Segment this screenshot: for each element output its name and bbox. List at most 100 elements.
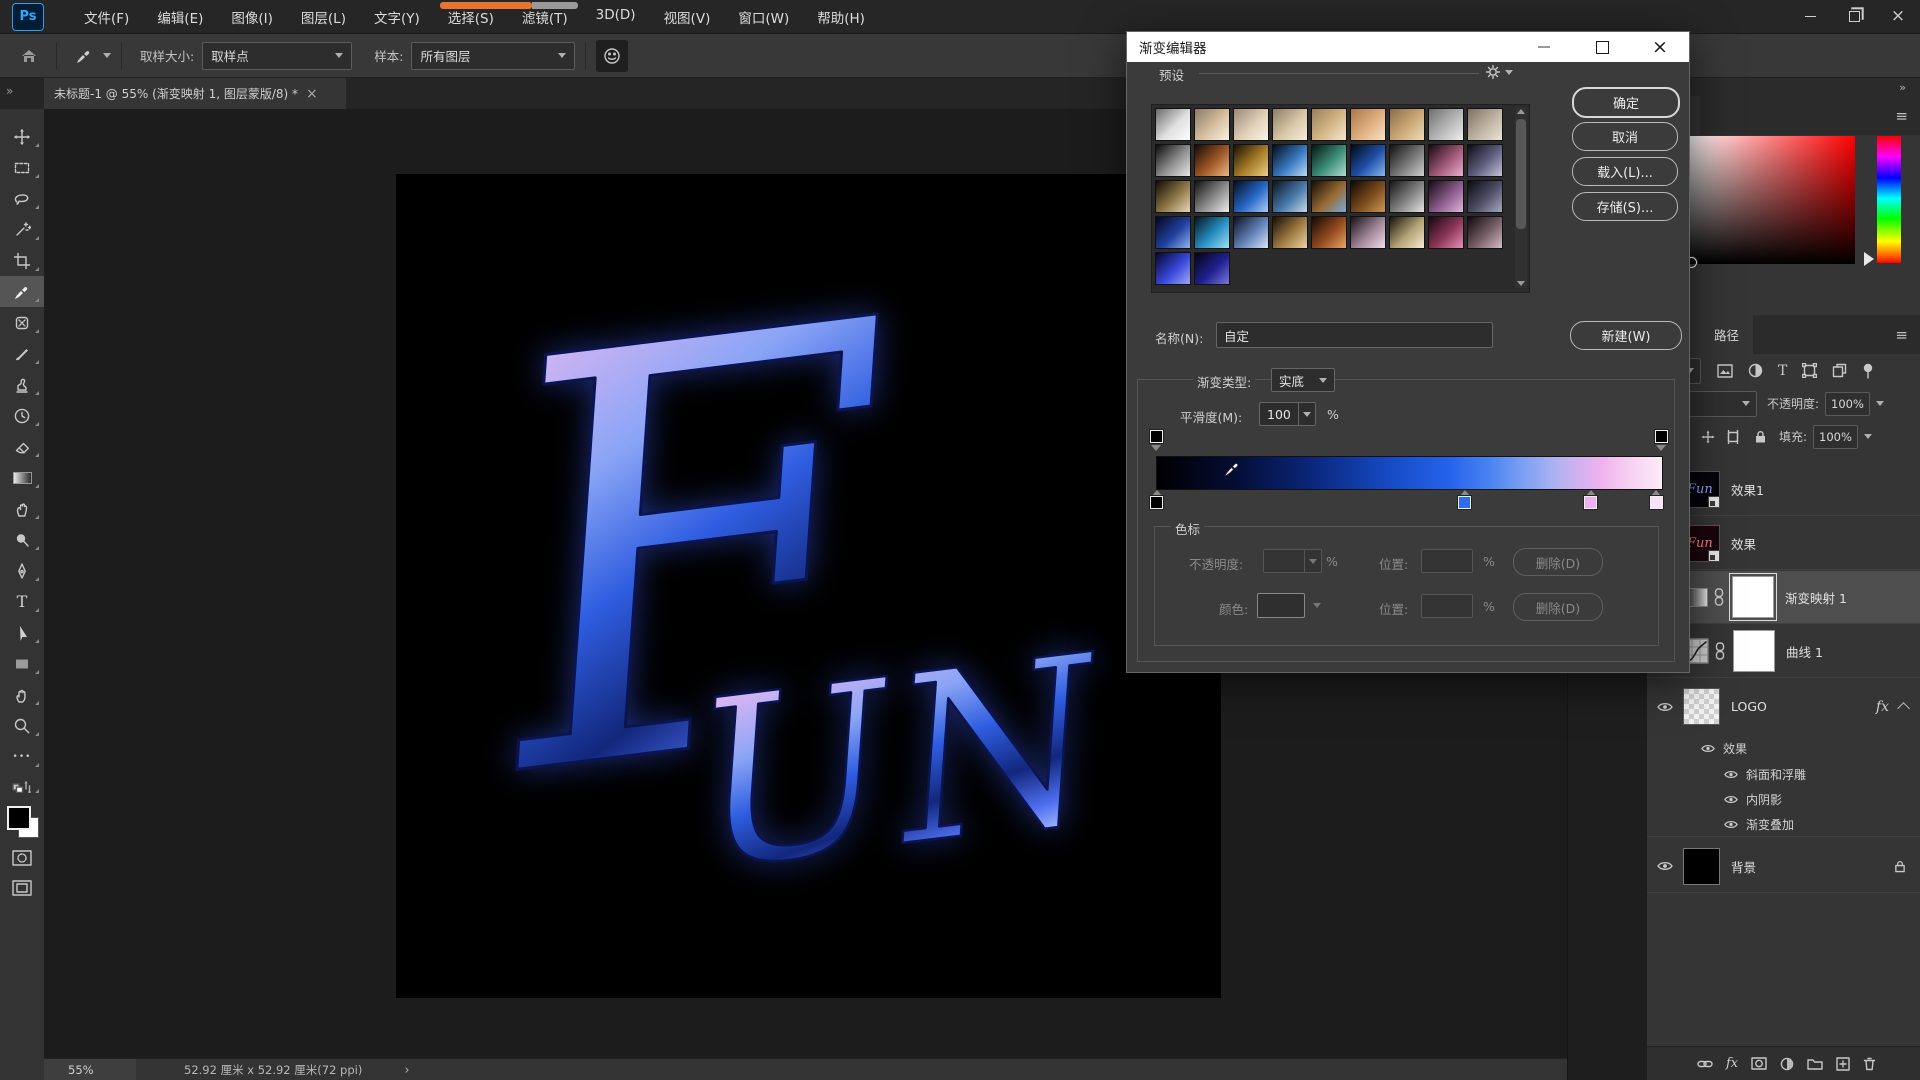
filter-adjustment-layers-icon[interactable] [1748, 363, 1763, 378]
gradient-preset-34[interactable] [1428, 216, 1464, 249]
window-minimize-button[interactable] [1788, 0, 1832, 33]
color-stop-1[interactable] [1458, 490, 1471, 509]
gradient-preset-10[interactable] [1194, 144, 1230, 177]
scroll-down-arrow[interactable] [1517, 281, 1525, 286]
effects-group-row[interactable]: 效果 [1647, 736, 1920, 761]
document-tab[interactable]: 未标题-1 @ 55% (渐变映射 1, 图层蒙版/8) * × [44, 78, 346, 109]
tool-smudge[interactable] [0, 493, 44, 524]
menu-item-4[interactable]: 文字(Y) [360, 0, 434, 34]
add-layer-mask-button[interactable] [1751, 1057, 1767, 1070]
menu-item-10[interactable]: 帮助(H) [803, 0, 879, 34]
eyedropper-options-button[interactable] [67, 40, 101, 72]
layer-thumbnail[interactable] [1683, 848, 1720, 885]
gradient-preset-31[interactable] [1311, 216, 1347, 249]
ok-button[interactable]: 确定 [1572, 87, 1680, 118]
tool-zoom[interactable] [0, 710, 44, 741]
lock-artboard-icon[interactable] [1726, 430, 1740, 444]
tool-hand[interactable] [0, 679, 44, 710]
lock-all-icon[interactable] [1754, 430, 1767, 444]
scroll-up-arrow[interactable] [1517, 109, 1525, 114]
tool-magic-wand[interactable] [0, 214, 44, 245]
filter-toggle-icon[interactable] [1862, 363, 1874, 379]
zoom-level-field[interactable]: 55% [44, 1059, 136, 1080]
scrollbar-thumb[interactable] [1516, 119, 1526, 229]
link-layers-button[interactable] [1697, 1059, 1713, 1069]
color-stop-3[interactable] [1650, 490, 1663, 509]
gradient-preset-0[interactable] [1155, 108, 1191, 141]
quick-mask-button[interactable] [8, 846, 36, 870]
gradient-preset-5[interactable] [1350, 108, 1386, 141]
panel-menu-icon[interactable]: ≡ [1895, 107, 1908, 125]
smoothness-value[interactable]: 100 [1259, 402, 1298, 426]
layer-row-logo[interactable]: LOGO fx [1647, 680, 1920, 733]
dialog-title-bar[interactable]: 渐变编辑器 × [1127, 32, 1689, 62]
lock-position-icon[interactable] [1701, 430, 1715, 444]
screen-mode-button[interactable] [8, 876, 36, 900]
menu-item-8[interactable]: 视图(V) [650, 0, 725, 34]
window-close-button[interactable]: × [1876, 0, 1920, 33]
color-stop-2[interactable] [1584, 490, 1597, 509]
gradient-preset-18[interactable] [1155, 180, 1191, 213]
opacity-stop-right[interactable] [1655, 430, 1668, 443]
mask-link-icon[interactable] [1715, 642, 1725, 660]
tool-eraser[interactable] [0, 431, 44, 462]
color-field[interactable] [1690, 136, 1855, 264]
gradient-preset-21[interactable] [1272, 180, 1308, 213]
gradient-preset-4[interactable] [1311, 108, 1347, 141]
tool-type[interactable]: T [0, 586, 44, 617]
fill-value[interactable]: 100% [1813, 425, 1858, 449]
dialog-close-button[interactable]: × [1631, 32, 1689, 62]
smoothness-caret[interactable] [1298, 402, 1316, 426]
gradient-preset-36[interactable] [1155, 252, 1191, 285]
gradient-preset-6[interactable] [1389, 108, 1425, 141]
layer-thumbnail[interactable] [1683, 688, 1720, 725]
window-restore-button[interactable] [1832, 0, 1876, 33]
tool-brush[interactable] [0, 338, 44, 369]
opacity-caret[interactable] [1876, 401, 1884, 406]
gradient-preset-27[interactable] [1155, 216, 1191, 249]
stop-opacity-combo[interactable] [1263, 549, 1322, 573]
document-tab-close[interactable]: × [306, 86, 318, 102]
eye-icon[interactable] [1724, 770, 1738, 779]
gradient-preset-1[interactable] [1194, 108, 1230, 141]
gradient-preset-3[interactable] [1272, 108, 1308, 141]
presets-scrollbar[interactable] [1515, 107, 1527, 288]
opacity-stop-left[interactable] [1150, 430, 1163, 443]
tool-history-brush[interactable] [0, 400, 44, 431]
toolbar-flyout-icon[interactable]: » [6, 84, 12, 98]
document-canvas[interactable]: F UN [396, 174, 1221, 998]
tool-preset-caret[interactable] [103, 53, 111, 58]
layer-row-background[interactable]: 背景 [1647, 840, 1920, 893]
gradient-preset-12[interactable] [1272, 144, 1308, 177]
home-button[interactable] [12, 40, 46, 72]
fill-caret[interactable] [1864, 434, 1872, 439]
tab-paths[interactable]: 路径 [1700, 315, 1753, 354]
panel-menu-icon[interactable]: ≡ [1895, 326, 1908, 344]
tool-healing-brush[interactable] [0, 307, 44, 338]
eye-icon[interactable] [1724, 820, 1738, 829]
dialog-minimize-button[interactable] [1515, 32, 1573, 62]
mask-link-icon[interactable] [1714, 588, 1724, 606]
filter-smart-objects-icon[interactable] [1832, 363, 1847, 378]
gradient-preset-7[interactable] [1428, 108, 1464, 141]
add-layer-style-button[interactable]: fx [1726, 1056, 1738, 1071]
gradient-preset-15[interactable] [1389, 144, 1425, 177]
swap-colors-control[interactable] [0, 772, 44, 798]
gradient-preset-11[interactable] [1233, 144, 1269, 177]
save-button[interactable]: 存储(S)... [1572, 192, 1678, 221]
cancel-button[interactable]: 取消 [1572, 122, 1678, 151]
visibility-toggle[interactable] [1647, 861, 1683, 871]
gradient-preset-30[interactable] [1272, 216, 1308, 249]
effect-row-gradient-overlay[interactable]: 渐变叠加 [1647, 812, 1920, 837]
gradient-preset-20[interactable] [1233, 180, 1269, 213]
foreground-background-swatches[interactable] [7, 806, 37, 838]
eye-icon[interactable] [1701, 744, 1715, 753]
foreground-color-swatch[interactable] [7, 806, 31, 830]
tool-rectangular-marquee[interactable] [0, 152, 44, 183]
gradient-preset-32[interactable] [1350, 216, 1386, 249]
layer-fx-badge[interactable]: fx [1876, 699, 1889, 715]
menu-item-1[interactable]: 编辑(E) [143, 0, 217, 34]
gradient-preset-22[interactable] [1311, 180, 1347, 213]
gradient-preset-25[interactable] [1428, 180, 1464, 213]
dialog-maximize-button[interactable] [1573, 32, 1631, 62]
